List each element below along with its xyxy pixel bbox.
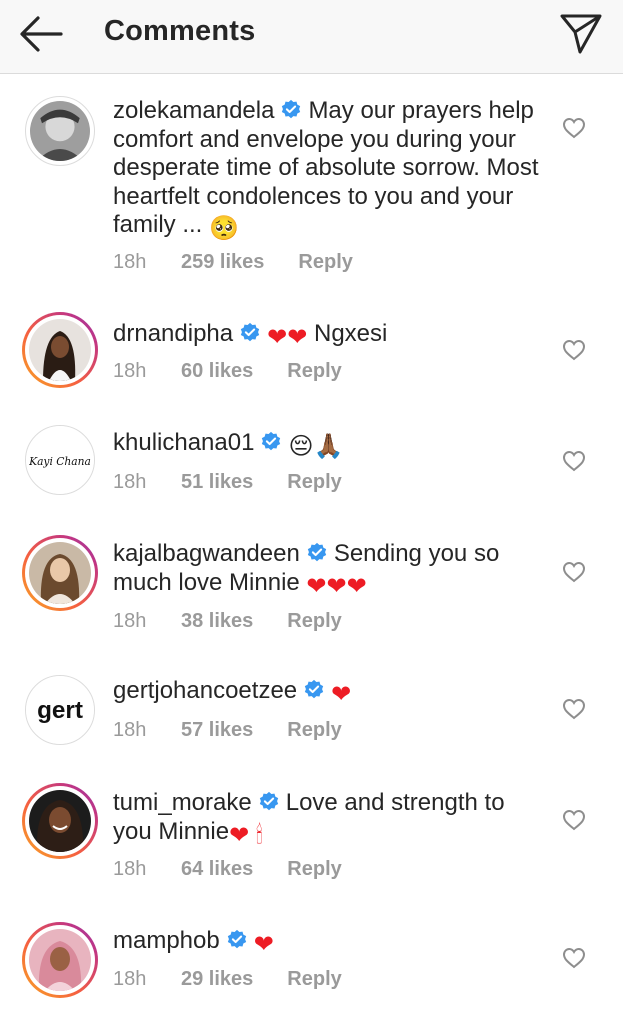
comment-text: mamphob ❤ [113, 927, 543, 960]
comment-time: 18h [113, 360, 147, 382]
comment-username[interactable]: khulichana01 [113, 429, 254, 456]
verified-badge-icon [262, 431, 281, 451]
svg-text:gert: gert [37, 697, 83, 724]
heart-outline-icon[interactable] [562, 561, 586, 583]
avatar[interactable] [22, 783, 98, 859]
comment-meta: 18h 64 likes Reply [113, 858, 342, 881]
heart-outline-icon[interactable] [562, 809, 586, 831]
verified-badge-icon [304, 679, 324, 699]
pleading-face-emoji: 🥺 [209, 215, 239, 242]
comment-username[interactable]: drnandipha [113, 320, 233, 347]
back-button[interactable] [18, 14, 64, 54]
heart-candle-emoji: ❤ 🕯 [229, 821, 263, 849]
comment-time: 18h [113, 858, 147, 880]
avatar-logo: Kayi Chana [26, 426, 94, 494]
comment-time: 18h [113, 968, 147, 990]
comment-meta: 18h 60 likes Reply [113, 360, 342, 383]
avatar-photo [29, 929, 91, 991]
comment-text: drnandipha ❤❤ Ngxesi [113, 320, 543, 353]
comment-time: 18h [113, 471, 147, 493]
heart-outline-icon[interactable] [562, 339, 586, 361]
avatar-photo [29, 542, 91, 604]
comment-body: Ngxesi [314, 320, 388, 347]
comment-username[interactable]: gertjohancoetzee [113, 677, 297, 704]
verified-badge-icon [240, 322, 260, 342]
comment-likes[interactable]: 57 likes [181, 719, 253, 742]
avatar[interactable]: gert [25, 675, 95, 745]
comment-username[interactable]: mamphob [113, 927, 220, 954]
reply-button[interactable]: Reply [298, 251, 352, 274]
avatar-photo [29, 319, 91, 381]
comment-text: kajalbagwandeen Sending you so much love … [113, 540, 543, 601]
avatar[interactable] [25, 96, 95, 166]
heart-outline-icon[interactable] [562, 698, 586, 720]
avatar[interactable] [22, 312, 98, 388]
comment-likes[interactable]: 60 likes [181, 360, 253, 383]
comment-likes[interactable]: 51 likes [181, 471, 253, 494]
verified-badge-icon [227, 929, 246, 949]
share-button[interactable] [558, 10, 604, 56]
reply-button[interactable]: Reply [287, 610, 341, 633]
verified-badge-icon [307, 542, 326, 562]
svg-text:Kayi Chana: Kayi Chana [28, 455, 91, 468]
comment-text: gertjohancoetzee ❤ [113, 677, 543, 710]
red-heart-emoji: ❤ [253, 931, 274, 958]
comment-meta: 18h 29 likes Reply [113, 968, 342, 991]
page-title: Comments [104, 15, 256, 47]
reply-button[interactable]: Reply [287, 858, 341, 881]
top-bar: Comments [0, 0, 623, 74]
comment-time: 18h [113, 719, 147, 741]
comment-likes[interactable]: 259 likes [181, 251, 264, 274]
comment-meta: 18h 38 likes Reply [113, 610, 342, 633]
reply-button[interactable]: Reply [287, 471, 341, 494]
comment-text: tumi_morake Love and strength to you Minn… [113, 789, 543, 850]
comment-meta: 18h 51 likes Reply [113, 471, 342, 494]
avatar[interactable] [22, 922, 98, 998]
arrow-left-icon [20, 16, 63, 52]
heart-outline-icon[interactable] [562, 117, 586, 139]
avatar-logo: gert [26, 676, 94, 744]
avatar[interactable]: Kayi Chana [25, 425, 95, 495]
reply-button[interactable]: Reply [287, 719, 341, 742]
verified-badge-icon [259, 791, 278, 811]
heart-outline-icon[interactable] [562, 450, 586, 472]
avatar[interactable] [22, 535, 98, 611]
comment-time: 18h [113, 610, 147, 632]
comment-likes[interactable]: 38 likes [181, 610, 253, 633]
comment-username[interactable]: kajalbagwandeen [113, 540, 300, 567]
heart-outline-icon[interactable] [562, 947, 586, 969]
comment-text: khulichana01 😔🙏🏾 [113, 429, 543, 462]
comment-time: 18h [113, 251, 147, 273]
verified-badge-icon [282, 99, 301, 119]
comment-likes[interactable]: 64 likes [181, 858, 253, 881]
red-heart-emoji: ❤ [331, 681, 352, 708]
comment-meta: 18h 259 likes Reply [113, 251, 353, 274]
comment-likes[interactable]: 29 likes [181, 968, 253, 991]
red-heart-emoji: ❤❤ [267, 324, 308, 351]
reply-button[interactable]: Reply [287, 360, 341, 383]
red-heart-emoji: ❤❤❤ [306, 572, 367, 600]
comment-username[interactable]: tumi_morake [113, 789, 252, 816]
comment-text: zolekamandela May our prayers help comfor… [113, 97, 543, 244]
paper-plane-icon [560, 14, 602, 54]
avatar-photo [30, 101, 90, 161]
avatar-photo [29, 790, 91, 852]
comment-username[interactable]: zolekamandela [113, 97, 274, 124]
reply-button[interactable]: Reply [287, 968, 341, 991]
pensive-prayer-emoji: 😔🙏🏾 [288, 433, 344, 460]
comment-meta: 18h 57 likes Reply [113, 719, 342, 742]
